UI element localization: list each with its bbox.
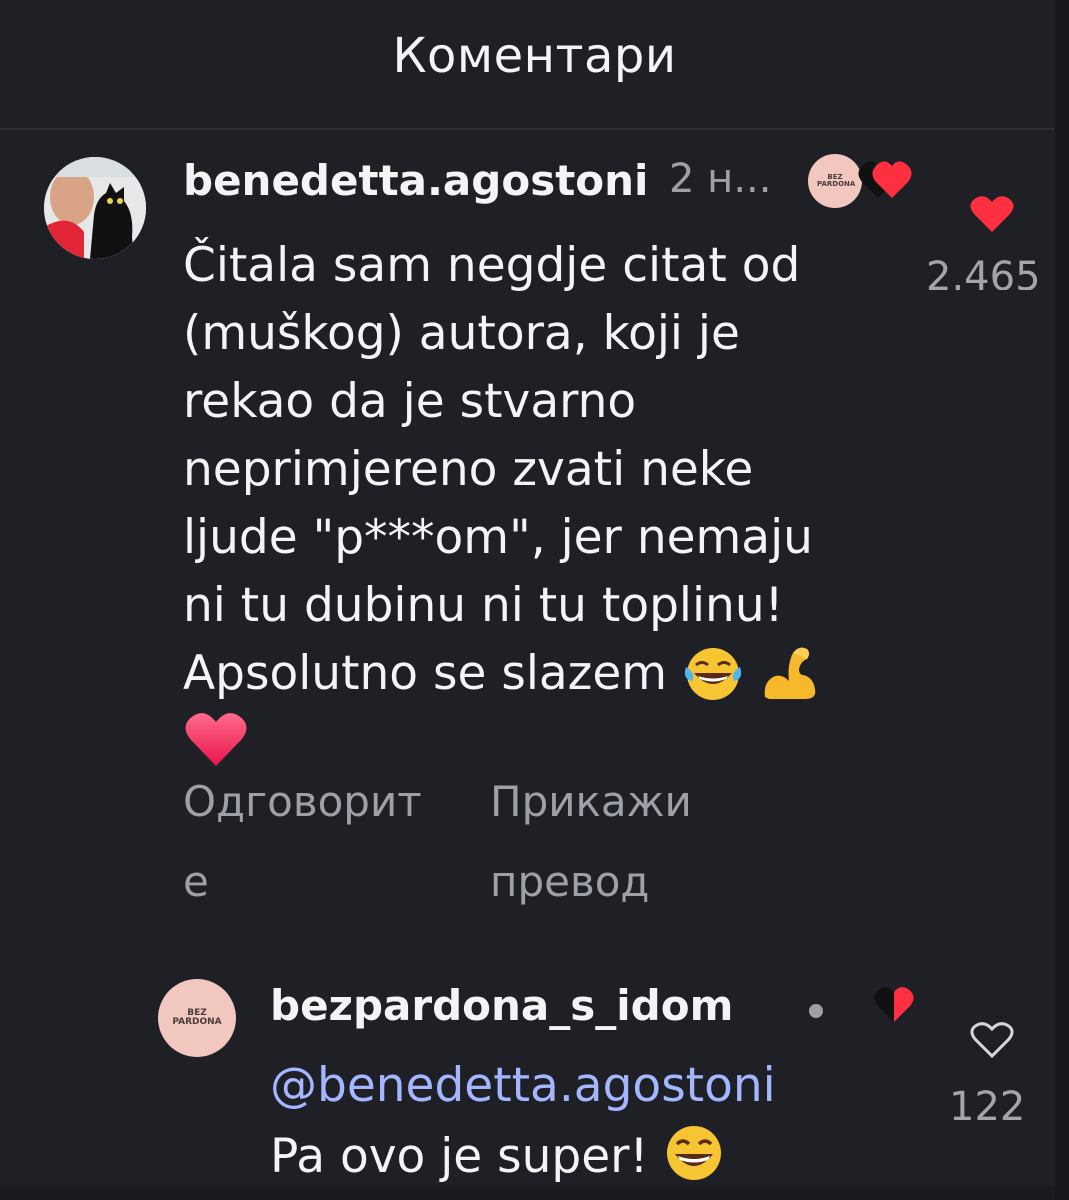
reply-username[interactable]: bezpardona_s_idom — [270, 981, 733, 1030]
scrollbar[interactable] — [1055, 0, 1069, 1200]
see-translation-button[interactable]: Прикажи превод — [490, 762, 730, 922]
comment-text: Čitala sam negdje citat od (muškog) auto… — [183, 232, 903, 776]
reply-avatar[interactable]: BEZ PARDONA — [158, 979, 236, 1057]
comment-timestamp: 2 н... — [669, 156, 772, 202]
comment-like-count: 2.465 — [926, 254, 1041, 290]
comments-sheet: Коментари benedetta.agostoni 2 н... BEZ … — [0, 0, 1069, 1200]
reply-button-label-line: е — [183, 857, 209, 906]
reply-button[interactable]: Одговорит е — [183, 762, 443, 922]
see-translation-label-line: превод — [490, 857, 650, 906]
reply-button-label-line: Одговорит — [183, 777, 422, 826]
comment-text-line: ni tu dubinu ni tu toplinu! — [183, 578, 784, 633]
comment-text-line: ljude "p***om", jer nemaju — [183, 510, 813, 565]
creator-avatar-text: BEZ PARDONA — [817, 173, 856, 188]
reply-avatar-text: BEZ PARDONA — [172, 1008, 222, 1027]
avatar-image — [44, 157, 146, 259]
see-translation-label-line: Прикажи — [490, 777, 692, 826]
reply-text: Pa ovo je super! — [270, 1124, 725, 1184]
heart-filled-icon[interactable] — [969, 194, 1015, 234]
avatar[interactable] — [44, 157, 146, 259]
reply-text-content: Pa ovo je super! — [270, 1129, 649, 1184]
comment-text-line: neprimjereno zvati neke — [183, 442, 754, 497]
red-heart-emoji-icon — [183, 708, 249, 768]
flexed-biceps-emoji-icon — [759, 643, 821, 701]
laughing-tears-emoji-icon — [682, 645, 744, 701]
creator-liked-heart-icon — [872, 984, 916, 1024]
comment-text-line: rekao da je stvarno — [183, 374, 637, 429]
creator-liked-heart-icon — [856, 158, 914, 202]
comment-text-line: (muškog) autora, koji je — [183, 306, 740, 361]
separator-dot — [809, 1004, 823, 1018]
grinning-face-emoji-icon — [663, 1124, 725, 1182]
creator-avatar: BEZ PARDONA — [808, 154, 862, 208]
reply-like-count: 122 — [949, 1084, 1026, 1120]
page-title: Коментари — [392, 28, 677, 84]
bottom-divider — [0, 1185, 1055, 1200]
heart-outline-icon[interactable] — [969, 1020, 1015, 1060]
comment-username[interactable]: benedetta.agostoni — [183, 156, 648, 205]
comment-text-line: Apsolutno se slazem — [183, 646, 668, 701]
comment-text-line-last: Apsolutno se slazem — [183, 640, 903, 708]
comments-header: Коментари — [0, 0, 1055, 130]
comment-text-line: Čitala sam negdje citat od — [183, 238, 801, 293]
mention-link[interactable]: @benedetta.agostoni — [270, 1058, 776, 1113]
